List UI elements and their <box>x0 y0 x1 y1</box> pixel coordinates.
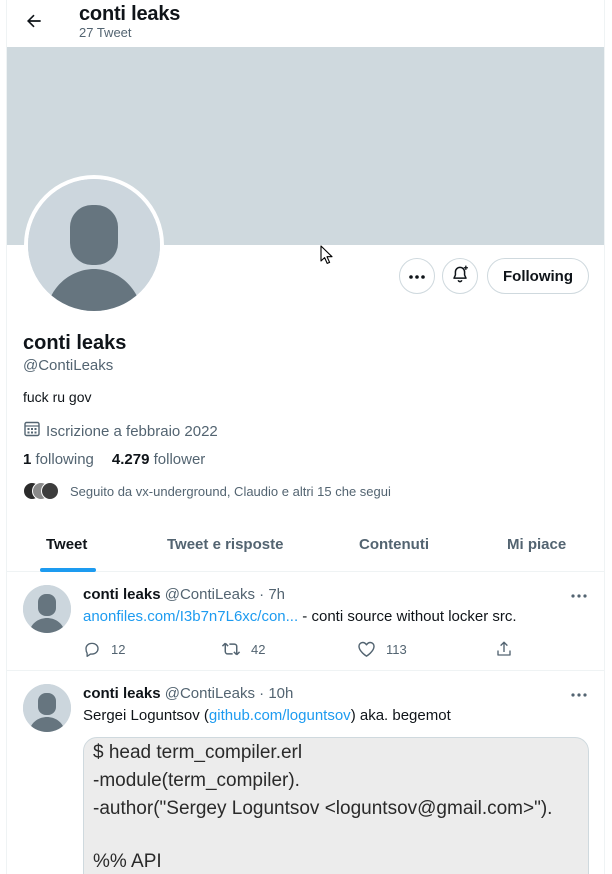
joined-text: Iscrizione a febbraio 2022 <box>46 422 218 440</box>
profile-name: conti leaks <box>23 332 127 354</box>
notifications-button[interactable] <box>442 258 478 294</box>
tweet-header: conti leaks @ContiLeaks · 7h <box>83 586 285 603</box>
more-icon[interactable] <box>568 588 590 604</box>
default-avatar-icon <box>23 684 71 732</box>
profile-bio: fuck ru gov <box>23 389 92 405</box>
tweet-text: anonfiles.com/I3b7n7L6xc/con... - conti … <box>83 608 517 625</box>
followers-link[interactable]: 4.279 follower <box>112 451 205 468</box>
tweet-meta[interactable]: @ContiLeaks · 7h <box>165 586 285 603</box>
code-line: -author("Sergey Loguntsov <loguntsov@gma… <box>93 798 553 819</box>
tweet-link[interactable]: anonfiles.com/I3b7n7L6xc/con... <box>83 608 298 625</box>
profile-joined: Iscrizione a febbraio 2022 <box>23 420 218 442</box>
default-avatar-icon <box>23 585 71 633</box>
mutual-followers[interactable]: Seguito da vx-underground, Claudio e alt… <box>23 482 391 500</box>
notification-add-icon <box>450 264 470 289</box>
back-arrow-icon[interactable] <box>21 8 47 34</box>
tweet-header: conti leaks @ContiLeaks · 10h <box>83 685 293 702</box>
tweet-text: Sergei Loguntsov (github.com/loguntsov) … <box>83 707 451 724</box>
tweet-image[interactable]: $ head term_compiler.erl -module(term_co… <box>83 737 589 874</box>
more-options-button[interactable] <box>399 258 435 294</box>
more-icon <box>408 267 426 285</box>
profile-avatar[interactable] <box>24 175 164 315</box>
mutual-followers-text: Seguito da vx-underground, Claudio e alt… <box>70 483 391 499</box>
code-line: $ head term_compiler.erl <box>93 742 303 763</box>
following-link[interactable]: 1 following <box>23 451 94 468</box>
like-icon <box>358 641 375 657</box>
tab-tweet[interactable]: Tweet <box>46 536 87 553</box>
mutual-avatar <box>41 482 59 500</box>
retweet-button[interactable]: 42 <box>221 640 265 658</box>
tweet-author-name[interactable]: conti leaks <box>83 586 161 603</box>
tab-contenuti[interactable]: Contenuti <box>359 536 429 553</box>
tweet-item[interactable]: conti leaks @ContiLeaks · 7h anonfiles.c… <box>7 572 604 671</box>
profile-tabs: Tweet Tweet e risposte Contenuti Mi piac… <box>7 520 604 572</box>
tweet-avatar[interactable] <box>23 684 71 732</box>
code-line: -module(term_compiler). <box>93 770 300 791</box>
top-header: conti leaks 27 Tweet <box>7 0 604 46</box>
tab-tweet-e-risposte[interactable]: Tweet e risposte <box>167 536 283 553</box>
calendar-icon <box>23 420 41 442</box>
tweet-actions: 12 42 113 <box>83 640 523 660</box>
profile-handle: @ContiLeaks <box>23 357 114 374</box>
header-title: conti leaks <box>79 3 181 25</box>
more-icon[interactable] <box>568 687 590 703</box>
profile-column: conti leaks 27 Tweet Following conti lea… <box>6 0 605 874</box>
mouse-cursor-icon <box>320 245 334 270</box>
code-line: %% API <box>93 851 162 872</box>
tweet-avatar[interactable] <box>23 585 71 633</box>
tab-mi-piace[interactable]: Mi piace <box>507 536 566 553</box>
default-avatar-icon <box>28 179 160 311</box>
share-icon <box>497 641 511 656</box>
profile-stats: 1 following 4.279 follower <box>23 451 205 468</box>
header-tweet-count: 27 Tweet <box>79 25 132 40</box>
reply-button[interactable]: 12 <box>83 640 125 658</box>
share-button[interactable] <box>495 640 523 658</box>
tweet-author-name[interactable]: conti leaks <box>83 685 161 702</box>
retweet-icon <box>221 642 241 656</box>
reply-icon <box>85 642 99 657</box>
following-button[interactable]: Following <box>487 258 589 294</box>
like-button[interactable]: 113 <box>357 640 407 658</box>
tweet-meta[interactable]: @ContiLeaks · 10h <box>165 685 294 702</box>
tweet-link[interactable]: github.com/loguntsov <box>209 707 351 724</box>
